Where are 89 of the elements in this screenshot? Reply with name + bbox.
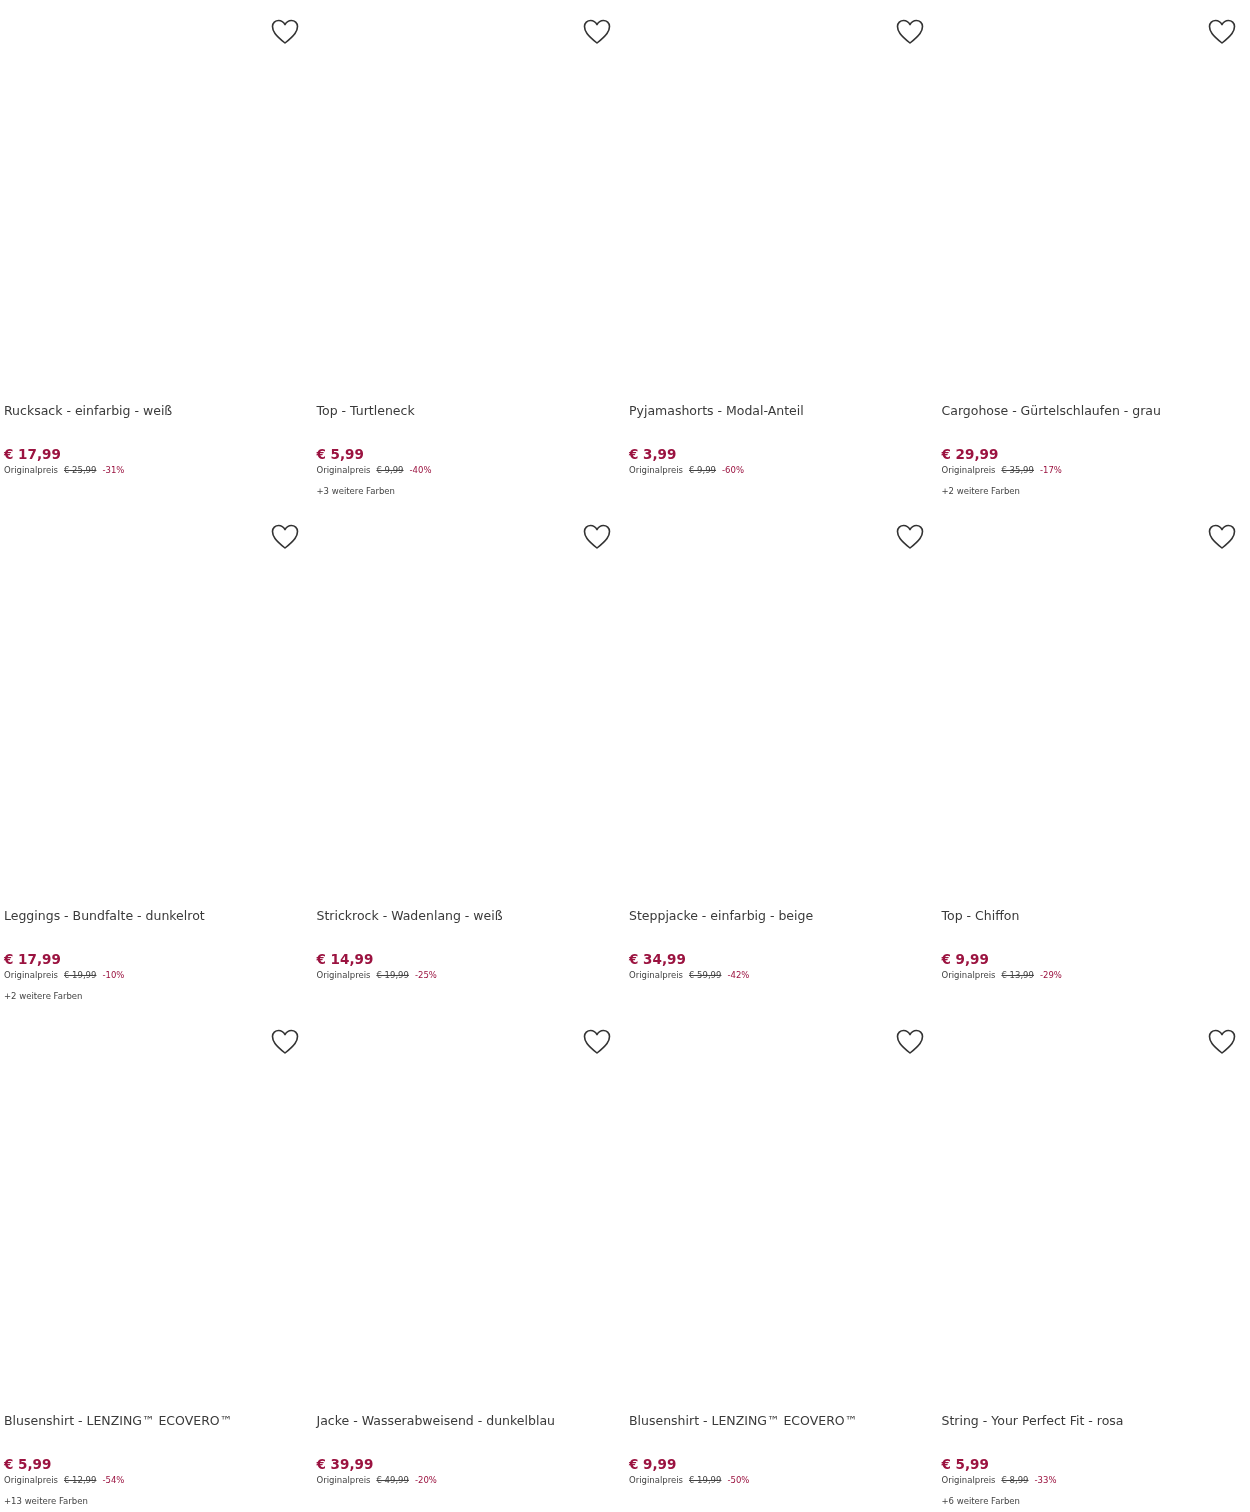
original-price-label: Originalpreis — [4, 1474, 58, 1487]
product-name[interactable]: Strickrock - Wadenlang - weiß — [316, 907, 625, 925]
heart-icon — [895, 524, 924, 550]
discount-percent: -20% — [414, 1474, 437, 1487]
wishlist-button[interactable] — [270, 524, 299, 550]
product-name[interactable]: Top - Chiffon — [941, 907, 1250, 925]
original-price-label: Originalpreis — [316, 969, 371, 982]
original-price-label: Originalpreis — [941, 1474, 996, 1487]
original-price: € 49,99 — [376, 1474, 409, 1487]
product-price: € 17,99 — [4, 950, 62, 968]
original-price-label: Originalpreis — [4, 969, 58, 982]
product-price: € 5,99 — [941, 1455, 990, 1473]
original-price: € 25,99 — [64, 464, 97, 477]
discount-percent: -60% — [722, 464, 744, 477]
original-price-label: Originalpreis — [629, 969, 683, 982]
product-price: € 17,99 — [4, 445, 62, 463]
wishlist-button[interactable] — [895, 1029, 924, 1055]
discount-percent: -40% — [409, 464, 432, 477]
product-name[interactable]: Rucksack - einfarbig - weiß — [4, 402, 313, 420]
product-name[interactable]: Jacke - Wasserabweisend - dunkelblau — [316, 1412, 625, 1430]
product-price: € 9,99 — [629, 1455, 678, 1473]
product-price: € 5,99 — [4, 1455, 53, 1473]
product-price: € 29,99 — [941, 445, 1000, 463]
discount-percent: -33% — [1034, 1474, 1057, 1487]
product-price: € 5,99 — [316, 445, 365, 463]
wishlist-button[interactable] — [583, 1029, 611, 1055]
original-price: € 19,99 — [689, 1474, 722, 1487]
heart-icon — [270, 19, 299, 45]
heart-icon — [1208, 1029, 1236, 1055]
original-price-label: Originalpreis — [941, 464, 996, 477]
wishlist-button[interactable] — [895, 19, 924, 45]
original-price: € 9,99 — [689, 464, 717, 477]
original-price-label: Originalpreis — [316, 1474, 371, 1487]
product-name[interactable]: Steppjacke - einfarbig - beige — [629, 907, 938, 925]
heart-icon — [1208, 19, 1236, 45]
more-colors-text: +6 weitere Farben — [941, 1495, 1021, 1508]
heart-icon — [270, 524, 299, 550]
discount-percent: -10% — [102, 969, 125, 982]
product-price: € 39,99 — [316, 1455, 375, 1473]
original-price: € 35,99 — [1001, 464, 1034, 477]
original-price-label: Originalpreis — [941, 969, 996, 982]
more-colors-text: +2 weitere Farben — [941, 485, 1021, 498]
discount-percent: -54% — [102, 1474, 125, 1487]
product-name[interactable]: Top - Turtleneck — [316, 402, 625, 420]
product-name[interactable]: String - Your Perfect Fit - rosa — [941, 1412, 1250, 1430]
product-price: € 3,99 — [629, 445, 678, 463]
original-price-label: Originalpreis — [316, 464, 371, 477]
product-name[interactable]: Leggings - Bundfalte - dunkelrot — [4, 907, 313, 925]
original-price: € 19,99 — [64, 969, 97, 982]
product-price: € 9,99 — [941, 950, 990, 968]
wishlist-button[interactable] — [1208, 1029, 1236, 1055]
wishlist-button[interactable] — [895, 524, 924, 550]
discount-percent: -50% — [727, 1474, 750, 1487]
heart-icon — [270, 1029, 299, 1055]
wishlist-button[interactable] — [270, 1029, 299, 1055]
discount-percent: -29% — [1039, 969, 1062, 982]
product-name[interactable]: Blusenshirt - LENZING™ ECOVERO™ — [4, 1412, 313, 1430]
heart-icon — [583, 19, 611, 45]
original-price-label: Originalpreis — [4, 464, 58, 477]
original-price: € 9,99 — [376, 464, 404, 477]
wishlist-button[interactable] — [1208, 19, 1236, 45]
original-price: € 8,99 — [1001, 1474, 1029, 1487]
product-name[interactable]: Pyjamashorts - Modal-Anteil — [629, 402, 938, 420]
wishlist-button[interactable] — [583, 524, 611, 550]
product-name[interactable]: Cargohose - Gürtelschlaufen - grau — [941, 402, 1250, 420]
discount-percent: -17% — [1039, 464, 1062, 477]
original-price-label: Originalpreis — [629, 464, 683, 477]
more-colors-text: +13 weitere Farben — [4, 1495, 89, 1508]
more-colors-text: +2 weitere Farben — [4, 990, 84, 1003]
original-price: € 13,99 — [1001, 969, 1034, 982]
product-price: € 14,99 — [316, 950, 375, 968]
product-price: € 34,99 — [629, 950, 687, 968]
wishlist-button[interactable] — [583, 19, 611, 45]
product-name[interactable]: Blusenshirt - LENZING™ ECOVERO™ — [629, 1412, 938, 1430]
heart-icon — [895, 1029, 924, 1055]
discount-percent: -42% — [727, 969, 750, 982]
original-price-label: Originalpreis — [629, 1474, 683, 1487]
discount-percent: -25% — [414, 969, 437, 982]
wishlist-button[interactable] — [270, 19, 299, 45]
more-colors-text: +3 weitere Farben — [316, 485, 396, 498]
wishlist-button[interactable] — [1208, 524, 1236, 550]
heart-icon — [895, 19, 924, 45]
discount-percent: -31% — [102, 464, 125, 477]
heart-icon — [1208, 524, 1236, 550]
original-price: € 59,99 — [689, 969, 722, 982]
heart-icon — [583, 1029, 611, 1055]
original-price: € 19,99 — [376, 969, 409, 982]
heart-icon — [583, 524, 611, 550]
original-price: € 12,99 — [64, 1474, 97, 1487]
